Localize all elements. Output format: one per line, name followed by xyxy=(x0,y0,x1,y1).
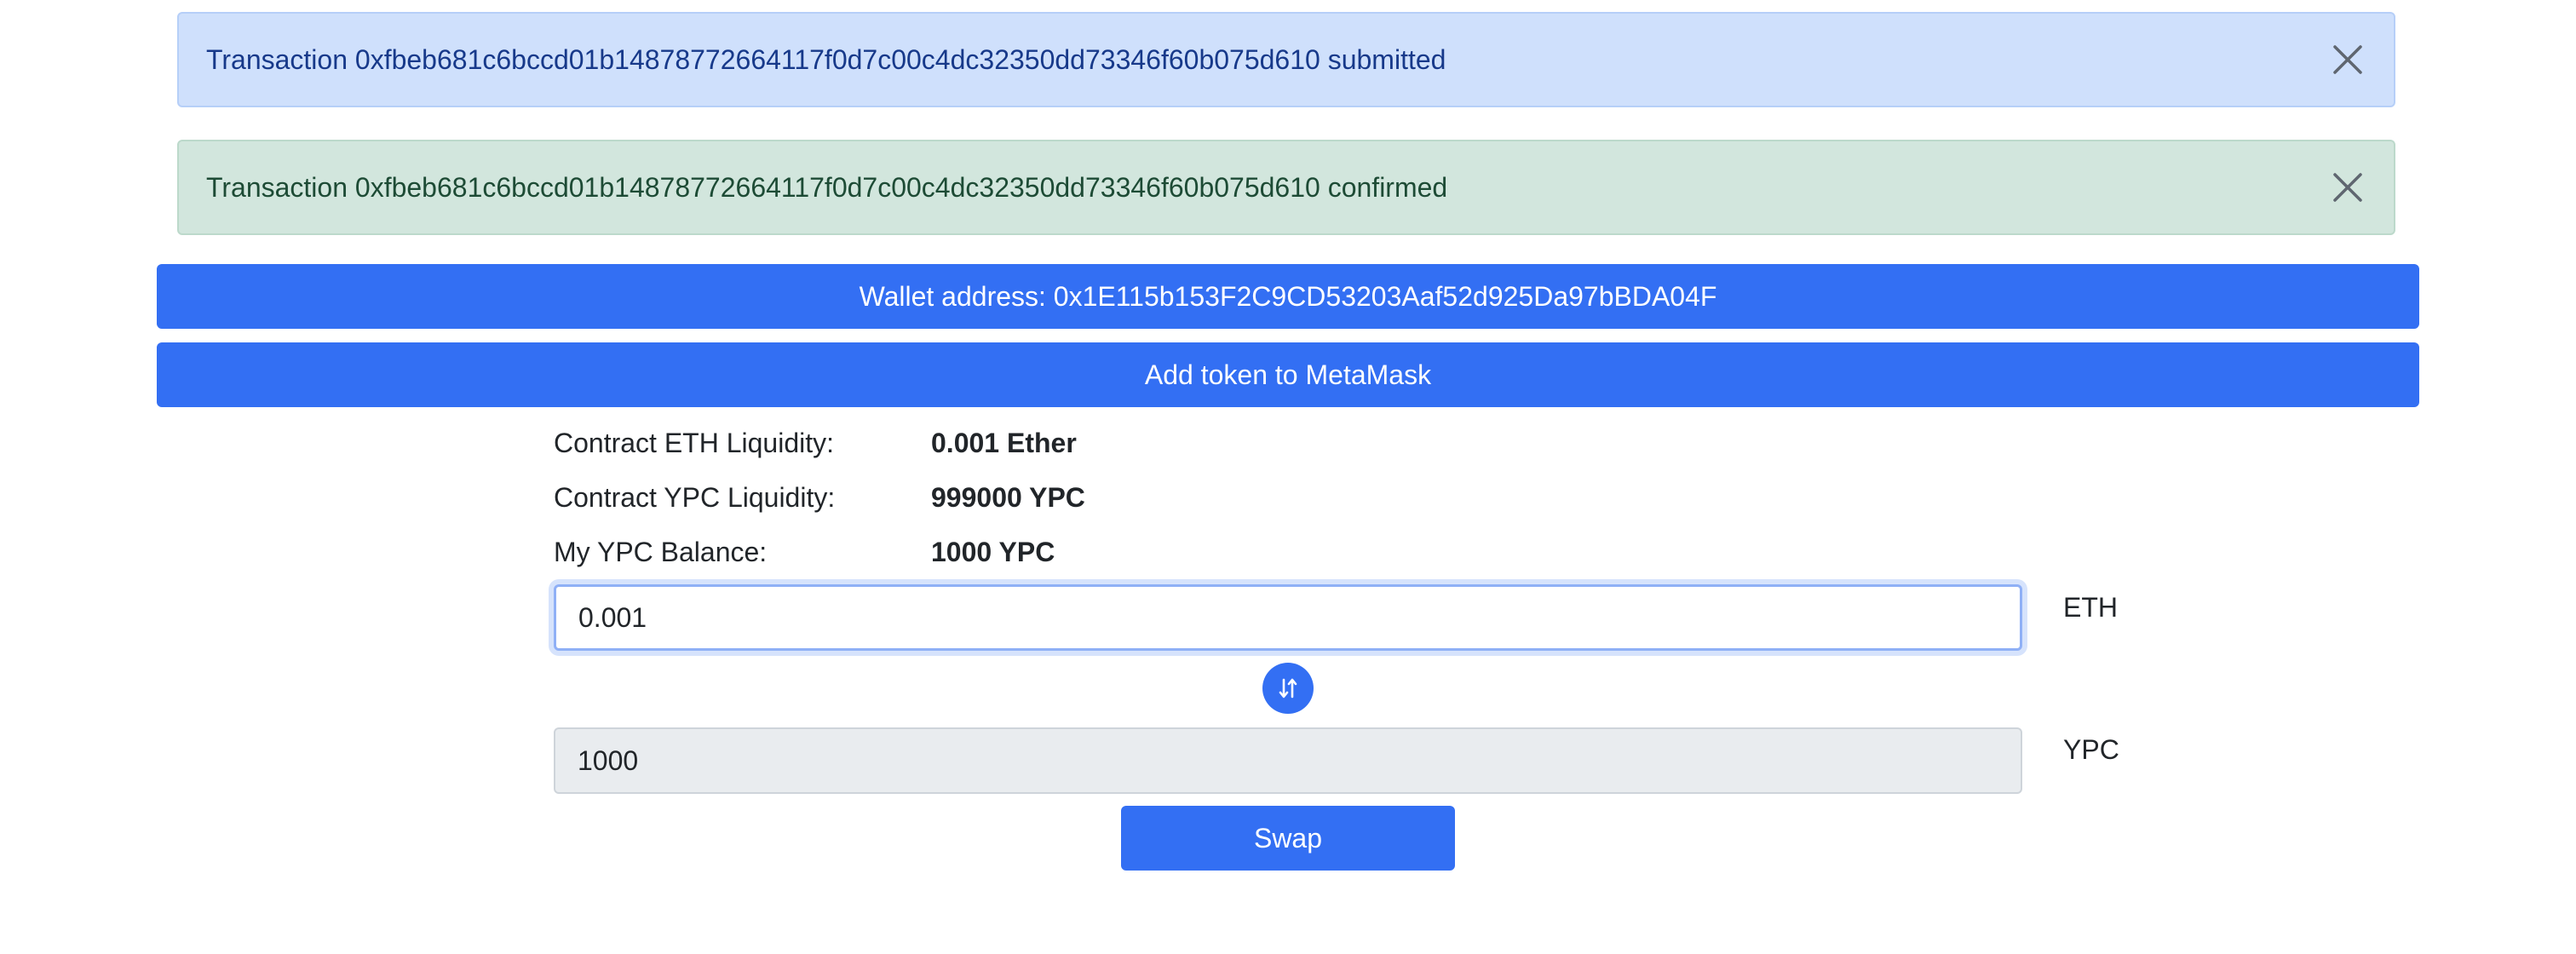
swap-button[interactable]: Swap xyxy=(1121,806,1455,871)
ypc-balance-label: My YPC Balance: xyxy=(554,537,768,567)
eth-amount-input[interactable] xyxy=(554,584,2022,651)
close-icon[interactable] xyxy=(2332,172,2363,203)
eth-liquidity-value: 0.001 Ether xyxy=(931,428,1077,458)
close-icon[interactable] xyxy=(2332,44,2363,75)
swap-button-label: Swap xyxy=(1253,822,1323,853)
alert-confirmed: Transaction 0xfbeb681c6bccd01b1487877266… xyxy=(177,140,2395,235)
add-token-label: Add token to MetaMask xyxy=(1144,359,1432,390)
ypc-liquidity-label: Contract YPC Liquidity: xyxy=(554,482,836,513)
alert-submitted: Transaction 0xfbeb681c6bccd01b1487877266… xyxy=(177,12,2395,107)
alert-confirmed-text: Transaction 0xfbeb681c6bccd01b1487877266… xyxy=(206,171,1448,203)
add-token-button[interactable]: Add token to MetaMask xyxy=(157,342,2419,407)
wallet-address-button[interactable]: Wallet address: 0x1E115b153F2C9CD53203Aa… xyxy=(157,264,2419,329)
swap-direction-button[interactable] xyxy=(1262,663,1314,714)
eth-liquidity-label: Contract ETH Liquidity: xyxy=(554,428,835,458)
ypc-amount-field xyxy=(554,727,2022,794)
swap-arrows-icon xyxy=(1279,678,1297,698)
page: Transaction 0xfbeb681c6bccd01b1487877266… xyxy=(0,0,2576,954)
alert-submitted-text: Transaction 0xfbeb681c6bccd01b1487877266… xyxy=(206,43,1446,75)
ypc-liquidity-value: 999000 YPC xyxy=(931,482,1085,513)
ypc-balance-value: 1000 YPC xyxy=(931,537,1055,567)
eth-unit-label: ETH xyxy=(2063,592,2118,623)
ypc-unit-label: YPC xyxy=(2063,734,2119,765)
wallet-address-label: Wallet address: 0x1E115b153F2C9CD53203Aa… xyxy=(859,280,1717,312)
